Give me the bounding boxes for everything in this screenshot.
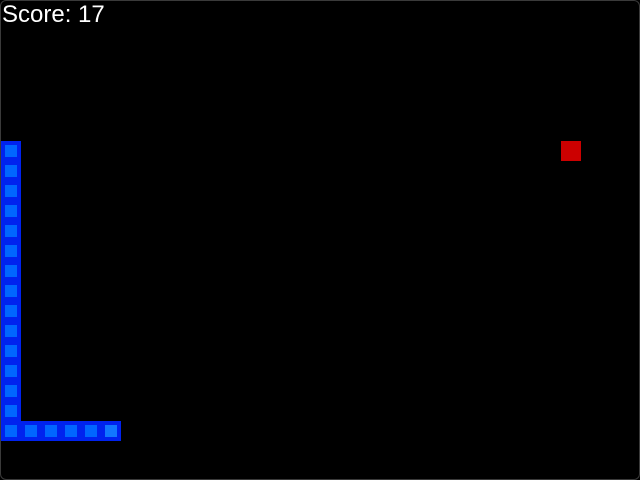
snake-segment bbox=[1, 141, 21, 161]
snake-segment bbox=[1, 341, 21, 361]
snake-segment bbox=[1, 221, 21, 241]
snake-segment bbox=[21, 421, 41, 441]
snake-segment bbox=[1, 301, 21, 321]
snake-segment bbox=[1, 281, 21, 301]
snake-segment bbox=[1, 321, 21, 341]
snake-segment bbox=[1, 181, 21, 201]
snake-segment bbox=[1, 361, 21, 381]
snake-segment bbox=[81, 421, 101, 441]
snake-segment bbox=[1, 421, 21, 441]
snake-segment bbox=[1, 401, 21, 421]
snake-segment bbox=[1, 241, 21, 261]
snake-segment bbox=[1, 201, 21, 221]
snake-segment bbox=[61, 421, 81, 441]
score-label: Score: 17 bbox=[2, 1, 105, 28]
game-board[interactable] bbox=[1, 1, 639, 479]
snake-segment bbox=[1, 261, 21, 281]
snake-segment bbox=[41, 421, 61, 441]
snake-segment bbox=[1, 161, 21, 181]
snake-head bbox=[101, 421, 121, 441]
game-window[interactable]: Score: 17 bbox=[0, 0, 640, 480]
snake-segment bbox=[1, 381, 21, 401]
food-pellet bbox=[561, 141, 581, 161]
